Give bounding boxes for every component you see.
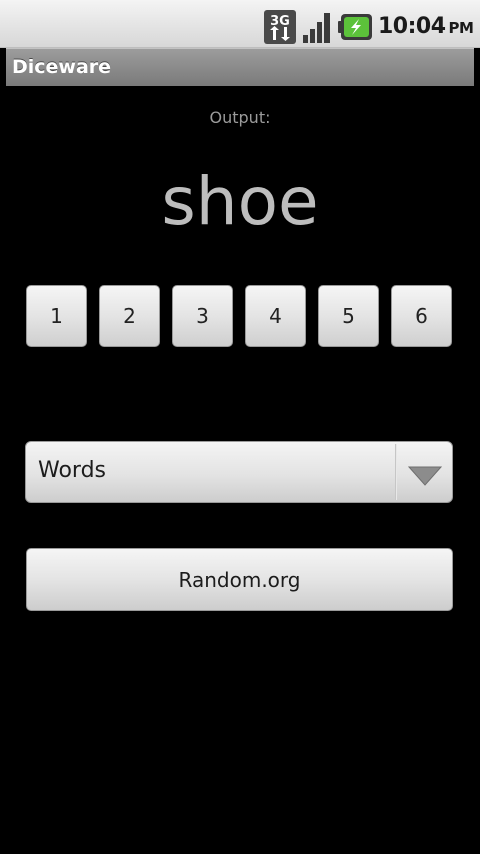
network-type-text: 3G — [270, 14, 290, 29]
title-bar: Diceware — [6, 48, 474, 86]
clock-time: 10:04 — [378, 14, 446, 39]
output-label: Output: — [209, 108, 271, 127]
die-button-3[interactable]: 3 — [172, 285, 233, 347]
dropdown-arrow-icon — [408, 466, 442, 486]
dropdown-selected-value: Words — [38, 458, 107, 483]
dice-button-row: 1 2 3 4 5 6 — [26, 285, 454, 347]
die-button-5[interactable]: 5 — [318, 285, 379, 347]
dropdown-divider — [395, 444, 397, 500]
die-button-1[interactable]: 1 — [26, 285, 87, 347]
die-button-4[interactable]: 4 — [245, 285, 306, 347]
die-button-6[interactable]: 6 — [391, 285, 452, 347]
battery-charging-icon — [338, 14, 372, 40]
status-bar: 3G 10:04 PM — [0, 0, 480, 48]
app-screen: 3G 10:04 PM Diceware Output: shoe 1 2 3 4… — [0, 0, 480, 854]
list-type-dropdown[interactable]: Words — [25, 441, 453, 503]
random-org-button[interactable]: Random.org — [26, 548, 453, 611]
clock-ampm: PM — [448, 19, 474, 37]
output-word: shoe — [161, 163, 319, 240]
die-button-2[interactable]: 2 — [99, 285, 160, 347]
status-clock: 10:04 PM — [378, 14, 474, 39]
3g-data-icon: 3G — [264, 10, 296, 44]
app-title: Diceware — [12, 56, 112, 78]
signal-icon — [303, 13, 330, 43]
